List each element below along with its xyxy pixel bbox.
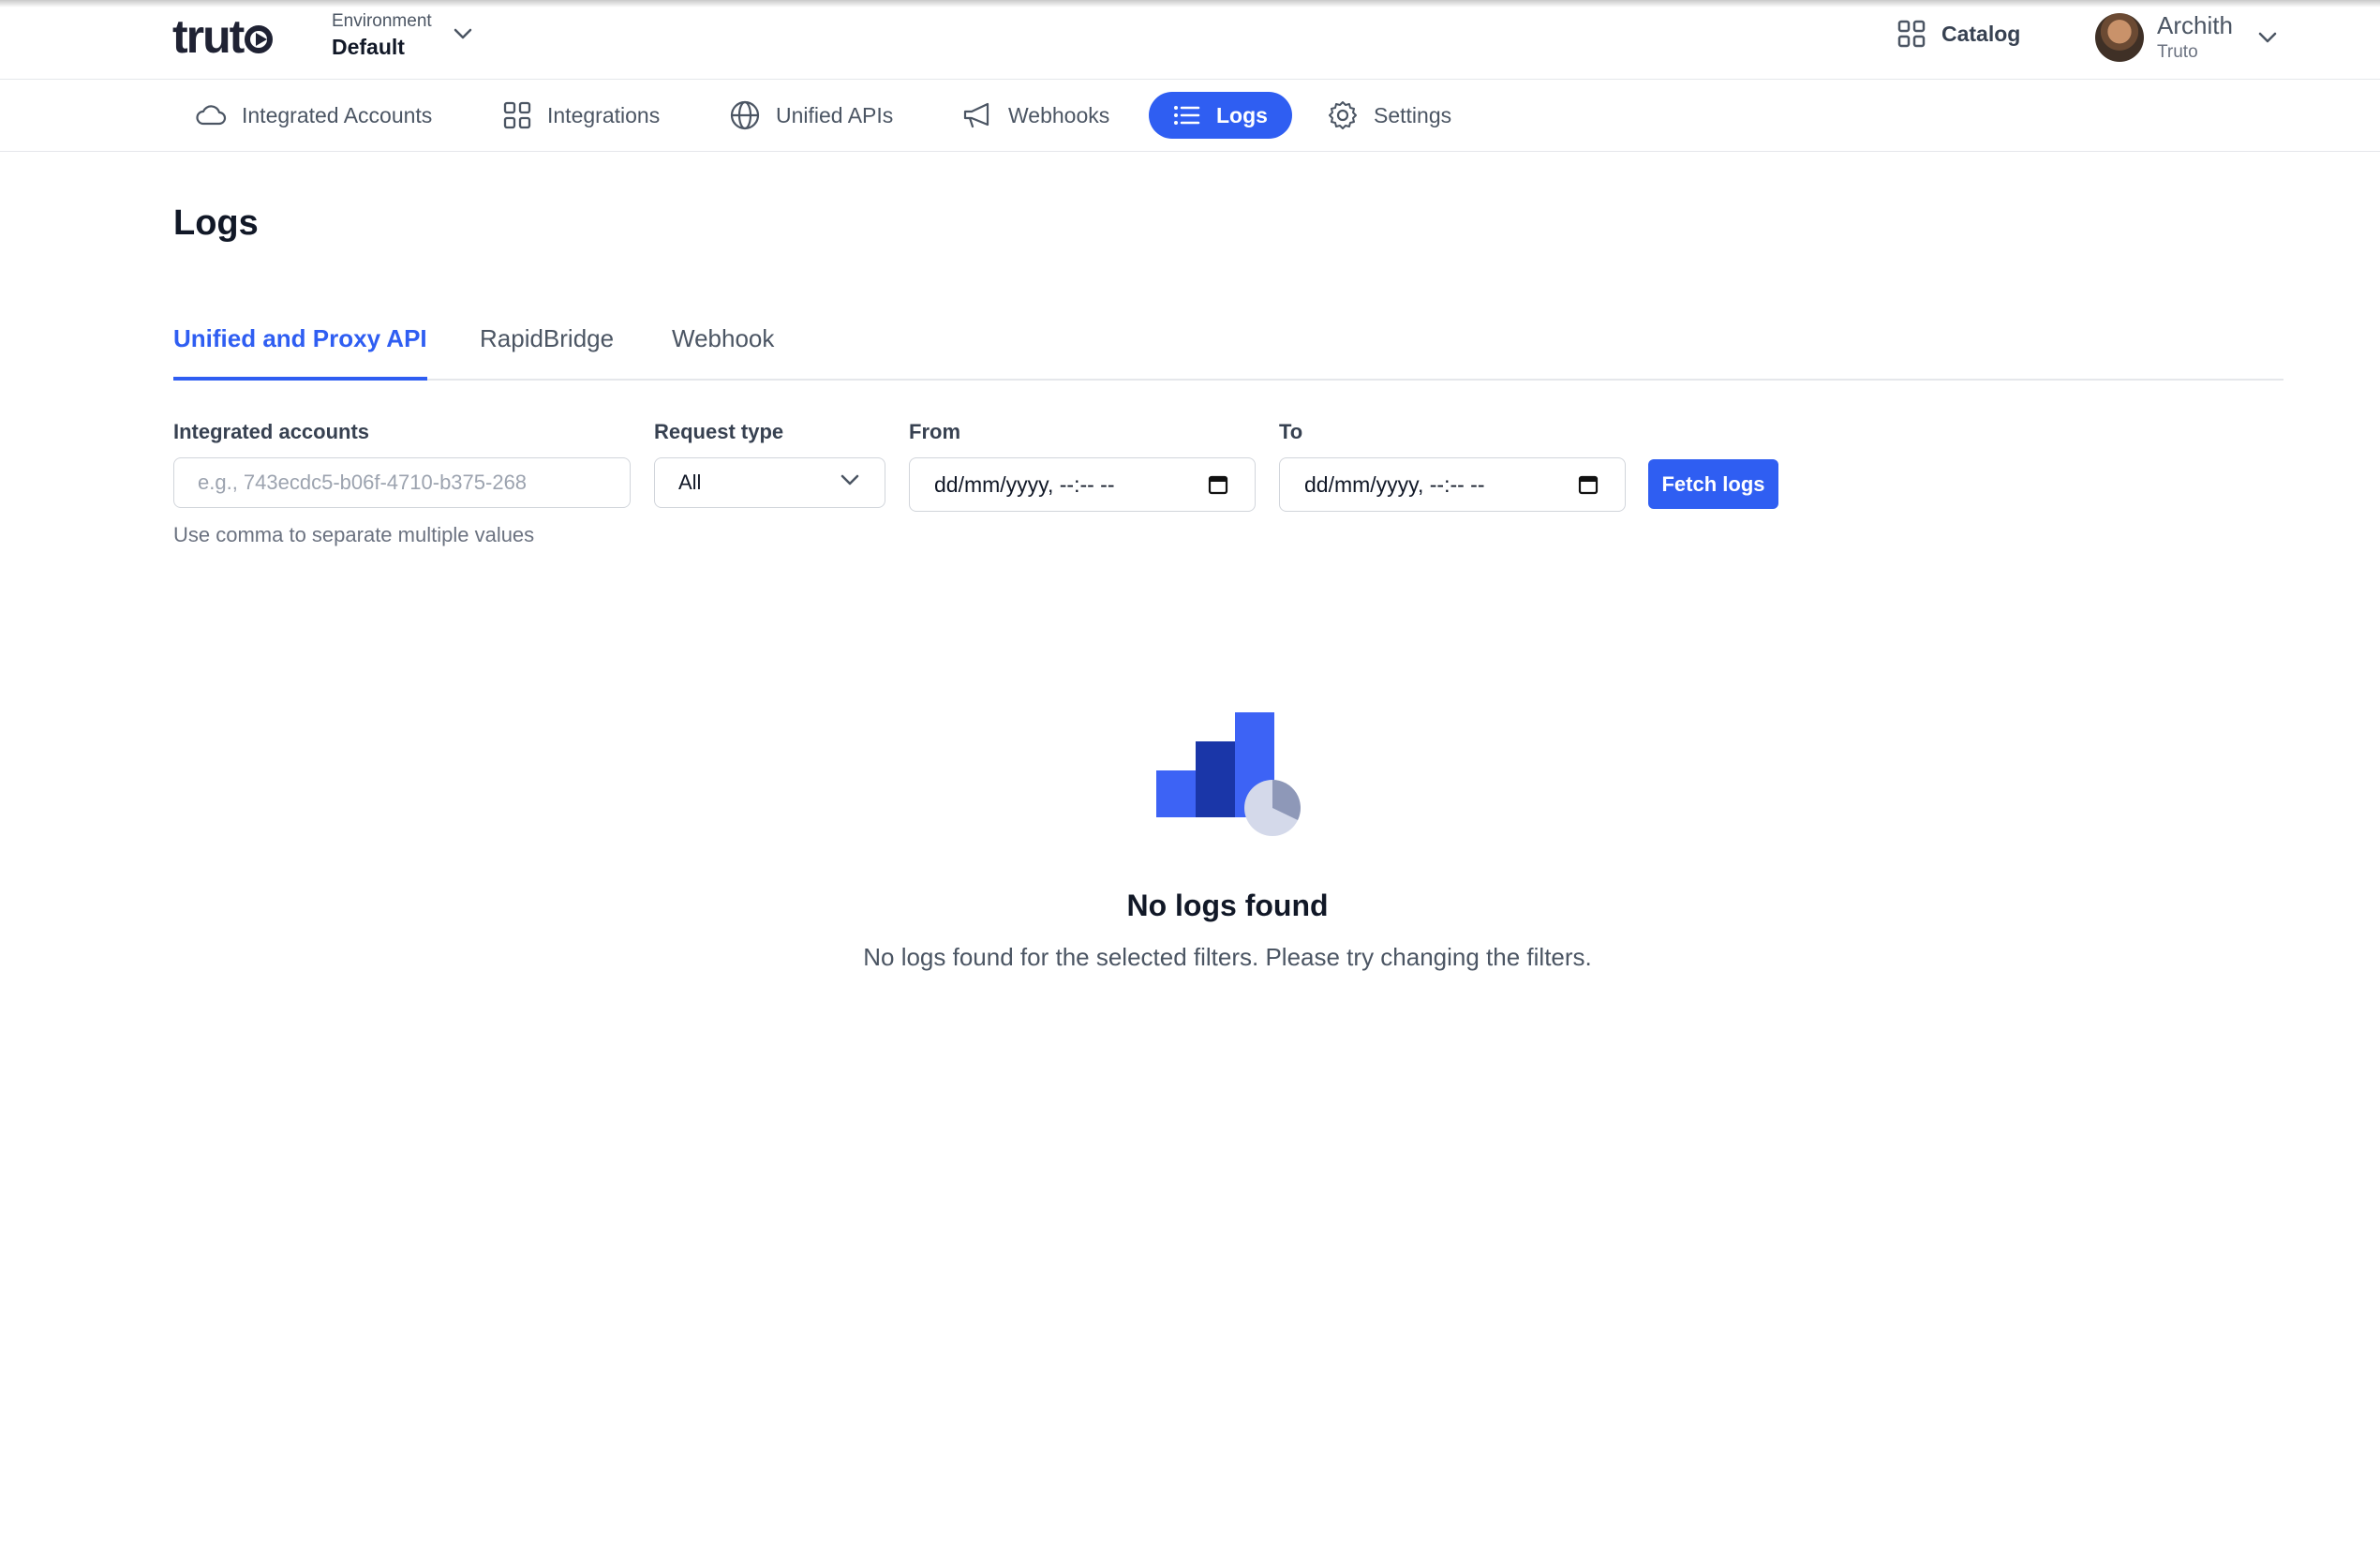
nav-label: Webhooks [1008,102,1110,127]
user-org: Truto [2157,42,2198,62]
environment-label: Environment [332,11,432,31]
fetch-logs-button[interactable]: Fetch logs [1648,459,1778,509]
to-label: To [1279,420,1303,443]
to-date-value: dd/mm/yyyy, --:-- -- [1304,471,1485,497]
nav-label: Logs [1216,102,1268,127]
nav-label: Integrations [547,102,661,127]
to-date-input[interactable]: dd/mm/yyyy, --:-- -- [1279,457,1626,512]
accounts-hint: Use comma to separate multiple values [173,523,535,546]
globe-icon [730,100,760,130]
nav-label: Settings [1374,102,1452,127]
nav-integrations[interactable]: Integrations [478,92,684,139]
nav-label: Unified APIs [776,102,894,127]
gear-icon [1329,101,1357,129]
environment-selector[interactable]: Environment Default [332,11,473,60]
user-name: Archith [2157,11,2233,39]
integrated-accounts-label: Integrated accounts [173,420,370,443]
from-date-input[interactable]: dd/mm/yyyy, --:-- -- [909,457,1256,512]
request-type-value: All [678,471,702,494]
nav-webhooks[interactable]: Webhooks [937,92,1134,139]
nav-unified-apis[interactable]: Unified APIs [705,92,917,139]
empty-state-title: No logs found [1126,889,1329,922]
from-date-value: dd/mm/yyyy, --:-- -- [934,471,1115,497]
megaphone-icon [963,102,989,128]
tab-unified-and-proxy-api[interactable]: Unified and Proxy API [173,317,427,381]
calendar-icon[interactable] [1578,474,1599,495]
main-nav: Integrated Accounts Integrations Unified… [0,81,2380,152]
integrated-accounts-input[interactable] [173,457,631,508]
catalog-label: Catalog [1941,21,2021,46]
logo-text: trut [172,10,245,63]
calendar-icon[interactable] [1208,474,1228,495]
nav-settings[interactable]: Settings [1302,92,1476,139]
avatar [2095,12,2144,62]
page-title: Logs [173,203,259,243]
log-tabs: Unified and Proxy API RapidBridge Webhoo… [173,317,2283,381]
empty-state-description: No logs found for the selected filters. … [863,943,1592,971]
nav-logs[interactable]: Logs [1149,92,1292,139]
list-icon [1174,106,1200,125]
catalog-button[interactable]: Catalog [1897,17,2020,51]
request-type-label: Request type [654,420,784,443]
request-type-select[interactable]: All [654,457,885,508]
empty-chart-illustration [1156,712,1301,836]
chevron-down-icon [2258,32,2277,42]
user-menu[interactable]: Archith Truto [2095,11,2278,63]
chevron-down-icon [840,474,859,486]
tab-rapidbridge[interactable]: RapidBridge [480,317,614,381]
logo-play-icon [245,25,274,53]
grid-icon [503,101,531,129]
chevron-down-icon [454,28,471,39]
header: trut Environment Default Catalog Archith… [0,0,2380,80]
grid-icon [1897,20,1926,48]
nav-integrated-accounts[interactable]: Integrated Accounts [171,92,456,139]
from-label: From [909,420,960,443]
environment-value: Default [332,35,405,59]
nav-label: Integrated Accounts [242,102,433,127]
truto-logo[interactable]: trut [172,10,274,63]
tab-webhook[interactable]: Webhook [672,317,774,381]
cloud-icon [196,105,227,126]
